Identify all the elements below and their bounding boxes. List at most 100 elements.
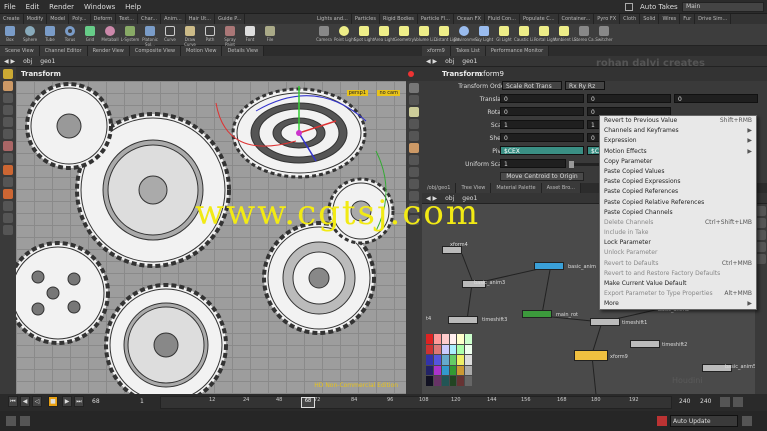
shelf-tab-container[interactable]: Container...: [559, 14, 595, 24]
shaded-icon[interactable]: [409, 107, 419, 117]
start-frame-field[interactable]: 1: [140, 398, 144, 405]
pose-tool-icon[interactable]: [3, 129, 13, 139]
rotate-tool-icon[interactable]: [3, 93, 13, 103]
area-light-tool[interactable]: Area Light: [374, 24, 394, 46]
point-light-tool[interactable]: Point Light: [334, 24, 355, 46]
metaball-tool[interactable]: Metaball: [100, 24, 120, 46]
display-menu[interactable]: no cam: [377, 90, 400, 96]
ambient-light-tool[interactable]: Ambient Li...: [554, 24, 579, 46]
play-reverse-icon[interactable]: ◁: [32, 396, 42, 407]
warning-icon[interactable]: [657, 416, 667, 426]
nav-icon[interactable]: ◀ ▶: [422, 56, 441, 67]
node-xform9[interactable]: [574, 350, 608, 361]
shelf-tab-modify[interactable]: Modify: [24, 14, 48, 24]
current-frame-field[interactable]: 68: [92, 398, 100, 405]
grid-tool[interactable]: Grid: [80, 24, 100, 46]
tab-obj-geo1[interactable]: /obj/geo1: [422, 183, 457, 193]
view-tool-icon[interactable]: [3, 141, 13, 151]
scale-x-field[interactable]: 1: [500, 120, 584, 129]
update-icon[interactable]: [742, 416, 752, 426]
shelf-tab-cloth[interactable]: Cloth: [620, 14, 641, 24]
shelf-tab-particles[interactable]: Particles: [352, 14, 380, 24]
jump-start-icon[interactable]: ⏮: [8, 396, 18, 407]
desktop-select[interactable]: Main: [682, 2, 764, 12]
camera-menu[interactable]: persp1: [346, 90, 368, 96]
sky-light-tool[interactable]: Sky Light: [474, 24, 494, 46]
stereo-camera-tool[interactable]: Stereo Ca...: [574, 24, 597, 46]
menu-item-unlock-parameter[interactable]: Unlock Parameter: [600, 248, 756, 258]
shelf-tab-guide[interactable]: Guide P...: [215, 14, 246, 24]
shelf-tab-deform[interactable]: Deform: [91, 14, 117, 24]
viewport-3d[interactable]: persp1 no cam HD Non-Commercial Edition: [16, 81, 406, 394]
param-path-obj[interactable]: obj: [441, 56, 458, 67]
tab-details-view[interactable]: Details View: [222, 46, 265, 56]
menu-item-export-type-properties[interactable]: Export Parameter to Type Properties Alt+M…: [600, 289, 756, 299]
tab-xform9[interactable]: xform9: [422, 46, 451, 56]
tab-scene-view[interactable]: Scene View: [0, 46, 40, 56]
move-centroid-button[interactable]: Move Centroid to Origin: [500, 172, 584, 181]
shelf-tab-solid[interactable]: Solid: [640, 14, 660, 24]
shelf-tab-create[interactable]: Create: [0, 14, 24, 24]
audio-icon[interactable]: [733, 397, 743, 407]
path-geo1[interactable]: geo1: [36, 56, 59, 67]
node-basic-anim[interactable]: [534, 262, 564, 270]
global-end-field[interactable]: 240: [700, 398, 711, 405]
file-tool[interactable]: File: [260, 24, 280, 46]
menu-item-revert-defaults[interactable]: Revert to Defaults Ctrl+MMB: [600, 259, 756, 269]
tab-performance-monitor[interactable]: Performance Monitor: [485, 46, 550, 56]
shelf-tab-fluid-con[interactable]: Fluid Con...: [485, 14, 520, 24]
menu-help[interactable]: Help: [121, 0, 145, 14]
menu-item-paste-channels[interactable]: Paste Copied Channels: [600, 208, 756, 218]
translate-x-field[interactable]: 0: [500, 94, 584, 103]
menu-item-expression[interactable]: Expression ▶: [600, 136, 756, 146]
shear-x-field[interactable]: 0: [500, 133, 584, 142]
paint-tool-icon[interactable]: [3, 177, 13, 187]
spot-light-tool[interactable]: Spot Light: [354, 24, 374, 46]
menu-item-make-default[interactable]: Make Current Value Default: [600, 279, 756, 289]
sculpt-tool-icon[interactable]: [3, 213, 13, 223]
shelf-tab-char[interactable]: Char...: [138, 14, 162, 24]
menu-item-channels-keyframes[interactable]: Channels and Keyframes ▶: [600, 126, 756, 136]
shelf-tab-particle-fluids[interactable]: Particle Fl...: [418, 14, 454, 24]
net-zoom-icon[interactable]: [756, 242, 766, 252]
translate-y-field[interactable]: 0: [587, 94, 671, 103]
tube-tool[interactable]: Tube: [40, 24, 60, 46]
snap-tool-icon[interactable]: [3, 153, 13, 163]
menu-item-revert-previous[interactable]: Revert to Previous Value Shift+RMB: [600, 116, 756, 126]
transform-order-select[interactable]: Scale Rot Trans: [502, 81, 562, 90]
dynamics-tool-icon[interactable]: [3, 189, 13, 199]
menu-item-delete-channels[interactable]: Delete Channels Ctrl+Shift+LMB: [600, 218, 756, 228]
move-tool-icon[interactable]: [3, 81, 13, 91]
shelf-tab-hair[interactable]: Hair Ut...: [186, 14, 215, 24]
menu-item-paste-expressions[interactable]: Paste Copied Expressions: [600, 177, 756, 187]
shelf-tab-poly[interactable]: Poly...: [69, 14, 91, 24]
key-icon[interactable]: [6, 416, 16, 426]
menu-edit[interactable]: Edit: [22, 0, 44, 14]
shelf-tab-rigid[interactable]: Rigid Bodies: [380, 14, 418, 24]
stop-icon[interactable]: ■: [48, 396, 58, 407]
magnet-tool-icon[interactable]: [3, 201, 13, 211]
menu-item-motion-effects[interactable]: Motion Effects ▶: [600, 147, 756, 157]
menu-item-more[interactable]: More ▶: [600, 299, 756, 309]
volume-light-tool[interactable]: Volume Li...: [414, 24, 437, 46]
switcher-tool[interactable]: Switcher: [594, 24, 614, 46]
points-icon[interactable]: [409, 143, 419, 153]
tab-channel-editor[interactable]: Channel Editor: [39, 46, 88, 56]
menu-item-paste-relative-references[interactable]: Paste Copied Relative References: [600, 198, 756, 208]
sphere-tool[interactable]: Sphere: [20, 24, 40, 46]
tab-takes-list[interactable]: Takes List: [450, 46, 486, 56]
translate-z-field[interactable]: 0: [674, 94, 758, 103]
tab-motion-view[interactable]: Motion View: [181, 46, 223, 56]
menu-item-paste-references[interactable]: Paste Copied References: [600, 187, 756, 197]
distant-light-tool[interactable]: Distant Light: [434, 24, 460, 46]
menu-windows[interactable]: Windows: [80, 0, 119, 14]
param-path-geo1[interactable]: geo1: [458, 56, 481, 67]
uniform-scale-field[interactable]: 1: [500, 159, 566, 168]
realtime-toggle-icon[interactable]: [720, 397, 730, 407]
menu-file[interactable]: File: [0, 0, 20, 14]
net-grid-icon[interactable]: [756, 218, 766, 228]
ghost-icon[interactable]: [409, 131, 419, 141]
node-timeshift2[interactable]: [630, 340, 660, 348]
lsystem-tool[interactable]: L-System: [120, 24, 140, 46]
gi-light-tool[interactable]: GI Light: [494, 24, 514, 46]
